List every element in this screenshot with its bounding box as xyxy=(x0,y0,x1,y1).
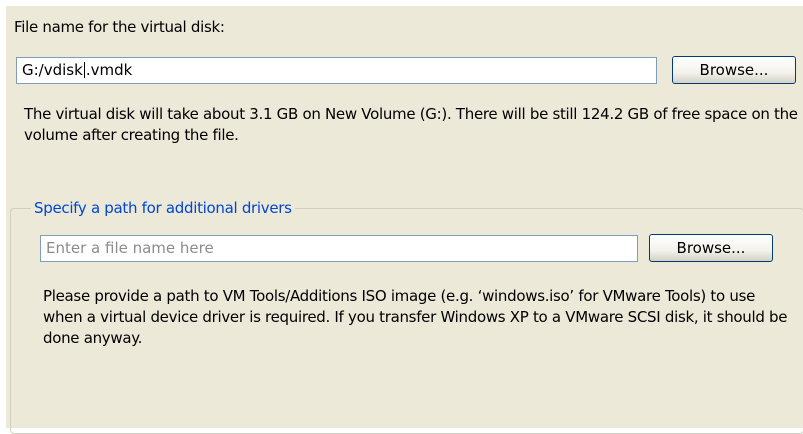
drivers-path-input[interactable]: Enter a file name here xyxy=(40,235,638,262)
file-path-text-end: .vmdk xyxy=(85,61,133,79)
text-caret xyxy=(83,62,85,78)
virtual-disk-browse-button[interactable]: Browse... xyxy=(672,56,796,84)
wizard-panel: File name for the virtual disk: G:/vdisk… xyxy=(6,6,803,434)
disk-space-info-text: The virtual disk will take about 3.1 GB … xyxy=(24,105,798,144)
drivers-info-text: Please provide a path to VM Tools/Additi… xyxy=(43,287,788,347)
drivers-browse-button[interactable]: Browse... xyxy=(649,234,773,262)
file-path-text-start: G:/vdisk xyxy=(22,61,83,79)
virtual-disk-file-label: File name for the virtual disk: xyxy=(14,18,225,36)
additional-drivers-group-title: Specify a path for additional drivers xyxy=(31,199,295,217)
virtual-disk-file-input[interactable]: G:/vdisk .vmdk xyxy=(16,57,657,84)
